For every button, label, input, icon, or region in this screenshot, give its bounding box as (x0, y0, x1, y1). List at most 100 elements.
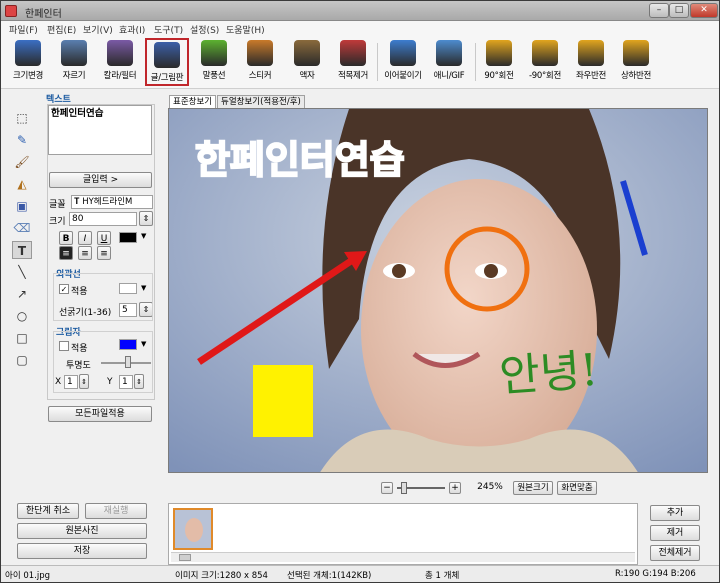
toolbar-join-button[interactable]: 이어붙이기 (382, 38, 424, 86)
yellow-rectangle (253, 365, 313, 437)
speech-bubble-icon (201, 40, 227, 66)
select-icon[interactable]: ⬚ (12, 109, 32, 127)
status-rgb: R:190 G:194 B:206 (615, 569, 696, 579)
toolbar-red-eye-button[interactable]: 적목제거 (334, 38, 372, 86)
rotate-right-icon (486, 40, 512, 66)
tab-standard-view[interactable]: 표준창보기 (169, 95, 217, 109)
menu-file[interactable]: 파일(F) (9, 23, 38, 36)
color-filter-icon (107, 40, 133, 66)
brush-icon[interactable]: 🖌 (12, 153, 32, 171)
toolbar-text-draw-button[interactable]: 글/그림판 (145, 38, 189, 86)
canvas-handwriting[interactable]: 안녕! (497, 334, 600, 405)
title-bar: 한페인터 – □ ✕ (1, 1, 719, 21)
zoom-in-button[interactable]: + (449, 482, 461, 494)
toolbar-label: 액자 (299, 71, 315, 81)
toolbar-gif-button[interactable]: 애니/GIF (428, 38, 470, 86)
toolbar-color-filter-button[interactable]: 칼라/필터 (101, 38, 139, 86)
image-canvas[interactable]: 한페인터연습 안녕! (168, 108, 708, 473)
shadow-group-box (53, 331, 153, 393)
thumbnail[interactable] (173, 508, 213, 550)
toolbar-label: 말풍선 (202, 71, 226, 81)
menu-bar: 파일(F) 편집(E) 보기(V) 효과(I) 도구(T) 설정(S) 도움말(… (1, 21, 719, 37)
toolbar-label: 애니/GIF (433, 71, 465, 81)
redo-button[interactable]: 재실행 (85, 503, 147, 519)
original-photo-button[interactable]: 원본사진 (17, 523, 147, 539)
apply-all-files-button[interactable]: 모든파일적용 (48, 406, 152, 422)
resize-icon (15, 40, 41, 66)
menu-settings[interactable]: 설정(S) (190, 23, 219, 36)
toolbar-speech-bubble-button[interactable]: 말풍선 (195, 38, 233, 86)
filmstrip-scroll-thumb[interactable] (179, 554, 191, 561)
maximize-button[interactable]: □ (669, 3, 689, 18)
status-total: 총 1 개체 (425, 571, 460, 581)
window-title: 한페인터 (25, 9, 62, 20)
menu-effects[interactable]: 효과(I) (119, 23, 145, 36)
toolbar-label: 글/그림판 (150, 73, 184, 83)
spray-icon[interactable]: ▣ (12, 197, 32, 215)
toolbar-rotate-right-button[interactable]: 90°회전 (481, 38, 517, 86)
close-button[interactable]: ✕ (690, 3, 718, 18)
line-icon[interactable]: ╲ (12, 263, 32, 281)
remove-button[interactable]: 제거 (650, 525, 700, 541)
red-eye-icon (340, 40, 366, 66)
main-toolbar: 크기변경 자르기 칼라/필터 글/그림판 말풍선 스티커 액자 적목제거 이어붙… (1, 37, 719, 89)
toolbar-label: -90°회전 (529, 71, 561, 81)
minimize-button[interactable]: – (649, 3, 669, 18)
add-button[interactable]: 추가 (650, 505, 700, 521)
rectangle-icon[interactable]: □ (12, 329, 32, 347)
flip-horizontal-icon (578, 40, 604, 66)
undo-button[interactable]: 한단계 취소 (17, 503, 79, 519)
remove-all-button[interactable]: 전체제거 (650, 545, 700, 561)
status-file-name: 아이 01.jpg (5, 571, 51, 581)
outline-group-box (53, 273, 153, 321)
toolbar-label: 스티커 (248, 71, 272, 81)
toolbar-flip-horizontal-button[interactable]: 좌우반전 (572, 38, 610, 86)
toolbar-label: 90°회전 (484, 71, 514, 81)
menu-edit[interactable]: 편집(E) (47, 23, 76, 36)
menu-tools[interactable]: 도구(T) (154, 23, 183, 36)
crop-icon (61, 40, 87, 66)
toolbar-label: 상하반전 (620, 71, 652, 81)
toolbar-sticker-button[interactable]: 스티커 (241, 38, 279, 86)
text-icon[interactable]: T (12, 241, 32, 259)
zoom-out-button[interactable]: − (381, 482, 393, 494)
face (361, 179, 597, 472)
original-size-button[interactable]: 원본크기 (513, 481, 553, 495)
circle-icon[interactable]: ○ (12, 307, 32, 325)
toolbar-label: 이어붙이기 (384, 71, 422, 81)
rotate-left-icon (532, 40, 558, 66)
toolbar-separator (377, 43, 378, 81)
eraser-icon[interactable]: ⌫ (12, 219, 32, 237)
thumbnail-face (185, 518, 203, 542)
toolbar-rotate-left-button[interactable]: -90°회전 (525, 38, 565, 86)
zoom-level: 245% (477, 482, 503, 492)
toolbar-label: 적목제거 (337, 71, 369, 81)
app-window: 한페인터 – □ ✕ 파일(F) 편집(E) 보기(V) 효과(I) 도구(T)… (0, 0, 720, 583)
app-icon (5, 5, 17, 17)
menu-help[interactable]: 도움말(H) (226, 23, 265, 36)
fill-icon[interactable]: ◭ (12, 175, 32, 193)
status-selected: 선택된 개체:1(142KB) (287, 571, 372, 581)
toolbar-label: 자르기 (62, 71, 86, 81)
toolbar-crop-button[interactable]: 자르기 (55, 38, 93, 86)
tab-dual-view[interactable]: 듀얼창보기(적용전/후) (217, 95, 305, 109)
toolbar-frame-button[interactable]: 액자 (288, 38, 326, 86)
canvas-overlay-text[interactable]: 한페인터연습 (194, 129, 406, 184)
toolbar-resize-button[interactable]: 크기변경 (9, 38, 47, 86)
rounded-rect-icon[interactable]: ▢ (12, 351, 32, 369)
flip-vertical-icon (623, 40, 649, 66)
filmstrip[interactable] (168, 503, 638, 565)
menu-view[interactable]: 보기(V) (83, 23, 113, 36)
pen-icon[interactable]: ✎ (12, 131, 32, 149)
toolbar-label: 좌우반전 (575, 71, 607, 81)
join-icon (390, 40, 416, 66)
drawing-tools: ⬚ ✎ 🖌 ◭ ▣ ⌫ T ╲ ↗ ○ □ ▢ (9, 107, 35, 367)
arrow-icon[interactable]: ↗ (12, 285, 32, 303)
zoom-slider-thumb[interactable] (401, 482, 407, 494)
gif-icon (436, 40, 462, 66)
filmstrip-scrollbar[interactable] (171, 552, 635, 562)
frame-icon (294, 40, 320, 66)
save-button[interactable]: 저장 (17, 543, 147, 559)
toolbar-flip-vertical-button[interactable]: 상하반전 (617, 38, 655, 86)
fit-screen-button[interactable]: 화면맞춤 (557, 481, 597, 495)
